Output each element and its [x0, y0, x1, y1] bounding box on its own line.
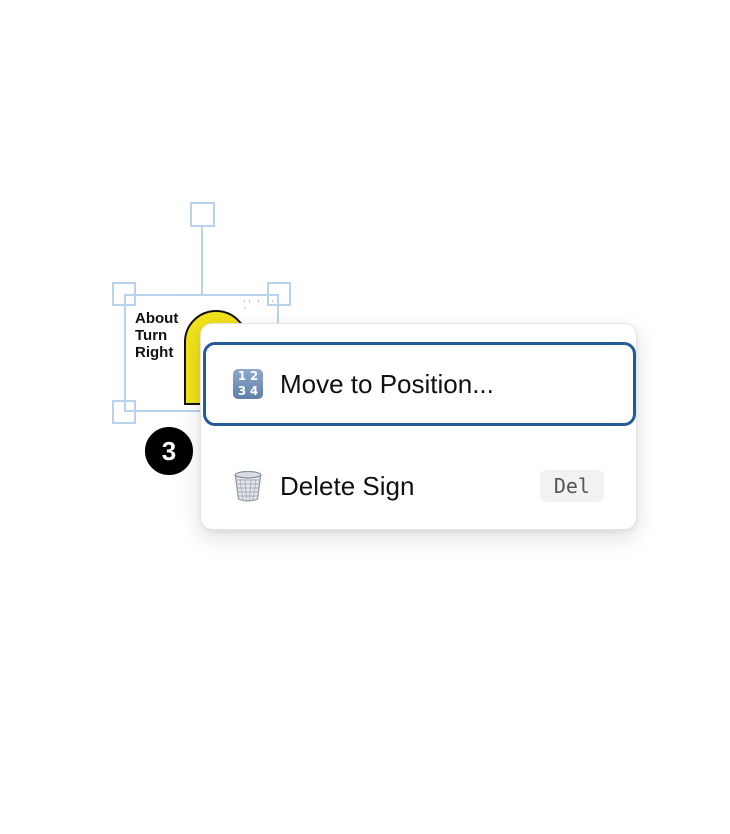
position-badge: 3 — [143, 425, 195, 477]
resize-handle-bottom-left[interactable] — [112, 400, 136, 424]
rotate-stem — [201, 227, 203, 294]
delete-sign-label: Delete Sign — [280, 470, 415, 501]
move-to-position-label: Move to Position... — [280, 368, 494, 399]
numbers-icon-digit: 1 — [237, 369, 247, 383]
numbers-icon: 1 2 3 4 — [232, 368, 264, 400]
numbers-icon-digit: 2 — [249, 369, 259, 383]
numbers-icon-digit: 4 — [249, 384, 259, 398]
delete-shortcut-badge: Del — [539, 470, 604, 502]
numbers-icon-digit: 3 — [237, 384, 247, 398]
move-to-position-item[interactable]: 1 2 3 4 Move to Position... — [203, 342, 636, 426]
wastebasket-icon — [232, 470, 264, 502]
rotate-handle[interactable] — [190, 202, 215, 227]
resize-handle-top-left[interactable] — [112, 282, 136, 306]
delete-sign-item[interactable]: Delete Sign Del — [203, 444, 636, 528]
context-menu: 1 2 3 4 Move to Position... Delete Sign … — [200, 323, 637, 530]
resize-handle-top-right[interactable] — [267, 282, 291, 306]
